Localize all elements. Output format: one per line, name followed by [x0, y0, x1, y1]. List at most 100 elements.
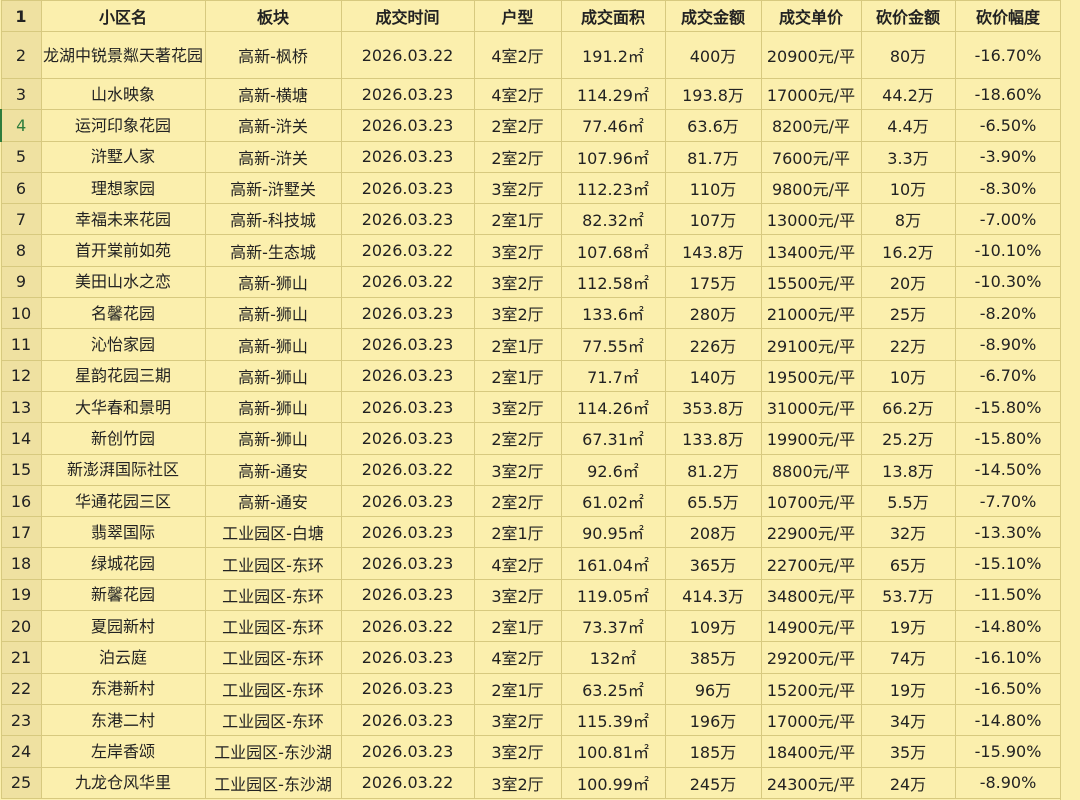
cell-type[interactable]: 2室1厅 — [473, 516, 562, 549]
cell-date[interactable]: 2026.03.23 — [340, 703, 475, 737]
cell-sqm[interactable]: 77.46㎡ — [560, 109, 666, 142]
cell-cut-percent[interactable]: -14.80% — [954, 703, 1062, 737]
cell-area[interactable]: 高新-狮山 — [204, 359, 342, 392]
cell-unit-price[interactable]: 22900元/平 — [760, 516, 862, 549]
cell-area[interactable]: 工业园区-东沙湖 — [204, 735, 342, 768]
cell-unit-price[interactable]: 24300元/平 — [760, 766, 862, 799]
cell-unit-price[interactable]: 31000元/平 — [760, 390, 862, 424]
cell-amount[interactable]: 107万 — [664, 203, 762, 236]
cell-date[interactable]: 2026.03.23 — [340, 672, 475, 705]
cell-area[interactable]: 高新-狮山 — [204, 422, 342, 455]
cell-name[interactable]: 山水映象 — [40, 77, 206, 111]
cell-cut-amount[interactable]: 24万 — [860, 766, 956, 799]
cell-cut-amount[interactable]: 74万 — [860, 641, 956, 674]
cell-cut-percent[interactable]: -14.80% — [954, 610, 1062, 643]
cell-name[interactable]: 东港二村 — [40, 703, 206, 737]
cell-type[interactable]: 4室2厅 — [473, 641, 562, 674]
cell-cut-percent[interactable]: -16.50% — [954, 672, 1062, 705]
cell-cut-percent[interactable]: -13.30% — [954, 516, 1062, 549]
cell-cut-percent[interactable]: -10.10% — [954, 234, 1062, 267]
cell-amount[interactable]: 353.8万 — [664, 390, 762, 424]
row-number-header[interactable]: 1 — [0, 0, 42, 32]
cell-area[interactable]: 高新-通安 — [204, 484, 342, 518]
cell-date[interactable]: 2026.03.23 — [340, 641, 475, 674]
cell-amount[interactable]: 400万 — [664, 31, 762, 79]
cell-area[interactable]: 高新-通安 — [204, 453, 342, 486]
cell-cut-amount[interactable]: 13.8万 — [860, 453, 956, 486]
cell-type[interactable]: 3室2厅 — [473, 735, 562, 768]
cell-cut-amount[interactable]: 19万 — [860, 610, 956, 643]
cell-cut-amount[interactable]: 20万 — [860, 265, 956, 299]
cell-name[interactable]: 运河印象花园 — [40, 109, 206, 142]
cell-unit-price[interactable]: 15200元/平 — [760, 672, 862, 705]
cell-area[interactable]: 高新-狮山 — [204, 390, 342, 424]
cell-date[interactable]: 2026.03.22 — [340, 265, 475, 299]
column-header-cut-percent[interactable]: 砍价幅度 — [954, 0, 1062, 32]
cell-sqm[interactable]: 132㎡ — [560, 641, 666, 674]
cell-name[interactable]: 星韵花园三期 — [40, 359, 206, 392]
cell-cut-amount[interactable]: 34万 — [860, 703, 956, 737]
cell-cut-percent[interactable]: -11.50% — [954, 578, 1062, 612]
row-number[interactable]: 18 — [0, 547, 42, 580]
cell-unit-price[interactable]: 17000元/平 — [760, 703, 862, 737]
cell-name[interactable]: 浒墅人家 — [40, 140, 206, 173]
cell-area[interactable]: 高新-浒关 — [204, 140, 342, 173]
cell-area[interactable]: 高新-枫桥 — [204, 31, 342, 79]
cell-amount[interactable]: 81.2万 — [664, 453, 762, 486]
cell-amount[interactable]: 245万 — [664, 766, 762, 799]
cell-type[interactable]: 3室2厅 — [473, 171, 562, 205]
cell-sqm[interactable]: 73.37㎡ — [560, 610, 666, 643]
cell-date[interactable]: 2026.03.23 — [340, 390, 475, 424]
cell-area[interactable]: 工业园区-东环 — [204, 578, 342, 612]
cell-cut-amount[interactable]: 4.4万 — [860, 109, 956, 142]
cell-cut-percent[interactable]: -15.10% — [954, 547, 1062, 580]
cell-cut-percent[interactable]: -8.20% — [954, 297, 1062, 330]
cell-sqm[interactable]: 71.7㎡ — [560, 359, 666, 392]
cell-cut-percent[interactable]: -6.70% — [954, 359, 1062, 392]
cell-sqm[interactable]: 100.81㎡ — [560, 735, 666, 768]
row-number[interactable]: 13 — [0, 390, 42, 424]
cell-sqm[interactable]: 114.29㎡ — [560, 77, 666, 111]
cell-unit-price[interactable]: 29200元/平 — [760, 641, 862, 674]
cell-date[interactable]: 2026.03.22 — [340, 234, 475, 267]
row-number[interactable]: 14 — [0, 422, 42, 455]
cell-area[interactable]: 工业园区-东环 — [204, 703, 342, 737]
row-number[interactable]: 24 — [0, 735, 42, 768]
cell-sqm[interactable]: 61.02㎡ — [560, 484, 666, 518]
cell-date[interactable]: 2026.03.22 — [340, 610, 475, 643]
cell-unit-price[interactable]: 9800元/平 — [760, 171, 862, 205]
cell-date[interactable]: 2026.03.23 — [340, 422, 475, 455]
cell-date[interactable]: 2026.03.23 — [340, 297, 475, 330]
cell-unit-price[interactable]: 17000元/平 — [760, 77, 862, 111]
cell-type[interactable]: 4室2厅 — [473, 547, 562, 580]
cell-cut-amount[interactable]: 66.2万 — [860, 390, 956, 424]
cell-sqm[interactable]: 112.23㎡ — [560, 171, 666, 205]
cell-date[interactable]: 2026.03.23 — [340, 77, 475, 111]
cell-type[interactable]: 2室2厅 — [473, 422, 562, 455]
row-number[interactable]: 19 — [0, 578, 42, 612]
cell-cut-amount[interactable]: 80万 — [860, 31, 956, 79]
cell-unit-price[interactable]: 7600元/平 — [760, 140, 862, 173]
cell-name[interactable]: 泊云庭 — [40, 641, 206, 674]
cell-area[interactable]: 高新-狮山 — [204, 297, 342, 330]
cell-name[interactable]: 新创竹园 — [40, 422, 206, 455]
cell-name[interactable]: 华通花园三区 — [40, 484, 206, 518]
cell-name[interactable]: 新澎湃国际社区 — [40, 453, 206, 486]
cell-type[interactable]: 3室2厅 — [473, 297, 562, 330]
cell-cut-percent[interactable]: -8.90% — [954, 328, 1062, 361]
cell-name[interactable]: 东港新村 — [40, 672, 206, 705]
cell-date[interactable]: 2026.03.23 — [340, 578, 475, 612]
cell-cut-amount[interactable]: 10万 — [860, 359, 956, 392]
cell-cut-amount[interactable]: 3.3万 — [860, 140, 956, 173]
cell-amount[interactable]: 110万 — [664, 171, 762, 205]
cell-type[interactable]: 4室2厅 — [473, 77, 562, 111]
cell-type[interactable]: 2室2厅 — [473, 109, 562, 142]
cell-sqm[interactable]: 133.6㎡ — [560, 297, 666, 330]
cell-unit-price[interactable]: 14900元/平 — [760, 610, 862, 643]
cell-name[interactable]: 大华春和景明 — [40, 390, 206, 424]
column-header-amount[interactable]: 成交金额 — [664, 0, 762, 32]
cell-area[interactable]: 高新-科技城 — [204, 203, 342, 236]
cell-unit-price[interactable]: 19900元/平 — [760, 422, 862, 455]
cell-cut-amount[interactable]: 44.2万 — [860, 77, 956, 111]
row-number[interactable]: 12 — [0, 359, 42, 392]
